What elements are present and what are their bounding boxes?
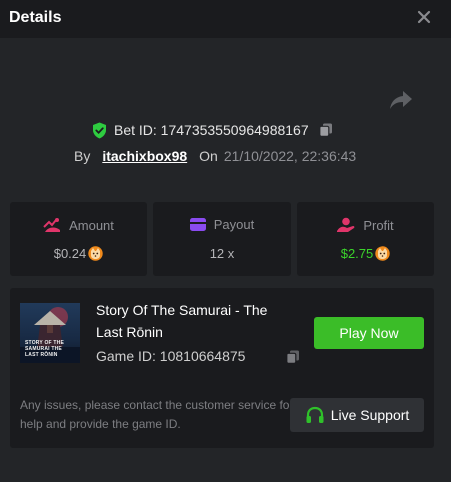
payout-label: Payout [213, 217, 255, 232]
live-support-label: Live Support [330, 407, 410, 423]
modal-title: Details [9, 9, 62, 26]
bet-datetime: 21/10/2022, 22:36:43 [223, 148, 357, 164]
username-link[interactable]: itachixbox98 [102, 148, 187, 164]
modal-header: Details [0, 0, 451, 38]
live-support-button[interactable]: Live Support [290, 398, 424, 432]
profit-label: Profit [363, 217, 394, 233]
game-name: Story Of The Samurai - The Last Rōnin [96, 302, 268, 340]
game-card: STORY OF THE SAMURAI THE LAST RŌNIN Stor… [10, 288, 434, 448]
copy-icon[interactable] [318, 123, 333, 137]
amount-icon [43, 218, 61, 232]
amount-value: $0.24 [53, 246, 87, 261]
profit-icon [337, 217, 355, 232]
game-thumbnail[interactable]: STORY OF THE SAMURAI THE LAST RŌNIN [20, 303, 80, 363]
on-label: On [199, 148, 218, 164]
amount-label: Amount [69, 217, 114, 233]
close-icon[interactable] [414, 7, 434, 27]
game-thumbnail-text: STORY OF THE SAMURAI THE LAST RŌNIN [25, 340, 64, 358]
shib-coin-icon [88, 246, 103, 261]
shield-check-icon [93, 122, 106, 138]
bet-stats: Amount $0.24 Payout 12 x Profit $2.75 [10, 202, 434, 276]
stat-profit: Profit $2.75 [297, 202, 434, 276]
stat-payout: Payout 12 x [153, 202, 291, 276]
copy-game-id-icon[interactable] [286, 350, 300, 364]
share-icon[interactable] [389, 89, 413, 111]
headset-icon [306, 406, 324, 423]
by-label: By [74, 148, 91, 164]
bet-id-row: Bet ID: 1747353550964988167 [92, 121, 333, 139]
game-id: Game ID: 10810664875 [96, 348, 246, 364]
play-now-button[interactable]: Play Now [314, 317, 424, 349]
support-note: Any issues, please contact the customer … [20, 398, 294, 431]
wallet-icon [189, 218, 206, 231]
stat-amount: Amount $0.24 [10, 202, 147, 276]
profit-value: $2.75 [340, 246, 374, 261]
bet-id: Bet ID: 1747353550964988167 [114, 122, 309, 138]
shib-coin-icon [375, 246, 390, 261]
bet-meta-row: By itachixbox98 On 21/10/2022, 22:36:43 [74, 147, 356, 165]
payout-value: 12 x [209, 246, 235, 261]
